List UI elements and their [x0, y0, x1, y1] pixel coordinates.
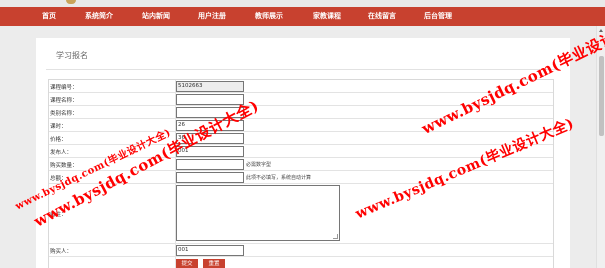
- form-row-course-name: 课程名称：: [49, 93, 553, 106]
- total-field[interactable]: [176, 172, 244, 183]
- price-field[interactable]: 36: [176, 133, 244, 144]
- label-buyer: 购买人：: [50, 249, 73, 255]
- form-row-category: 类别名称：: [49, 106, 553, 119]
- category-field[interactable]: [176, 107, 244, 118]
- enrollment-form: 课程编号： 5102663 课程名称： 类别名称： 课时： 26 价格： 36 …: [48, 79, 554, 268]
- vertical-scrollbar[interactable]: [596, 26, 605, 268]
- course-name-field[interactable]: [176, 94, 244, 105]
- total-hint: 此项不必填写，系统自动计算: [246, 175, 312, 181]
- label-price: 价格：: [50, 137, 67, 143]
- title-divider: [46, 69, 560, 70]
- form-row-quantity: 购买数量：: [49, 158, 553, 171]
- label-total: 总额：: [50, 176, 67, 182]
- course-id-field[interactable]: 5102663: [176, 81, 244, 92]
- label-remarks: 备注：: [50, 212, 67, 218]
- form-row-course-id: 课程编号：: [49, 80, 553, 93]
- nav-tutoring-courses[interactable]: 家教课程: [313, 7, 341, 26]
- label-course-id: 课程编号：: [50, 85, 78, 91]
- page-title: 学习报名: [56, 51, 88, 60]
- nav-system-intro[interactable]: 系统简介: [85, 7, 113, 26]
- form-row-publisher: 发布人：: [49, 145, 553, 158]
- scroll-up-arrow-icon[interactable]: [599, 29, 603, 32]
- nav-site-news[interactable]: 站内新闻: [142, 7, 170, 26]
- form-row-buyer: 购买人：: [49, 244, 553, 257]
- form-row-price: 价格：: [49, 132, 553, 145]
- publisher-field[interactable]: 001: [176, 146, 244, 157]
- logo-fragment: [66, 0, 76, 4]
- label-quantity: 购买数量：: [50, 163, 78, 169]
- scroll-thumb[interactable]: [599, 56, 604, 136]
- quantity-hint: 必需数字型: [246, 162, 272, 168]
- label-publisher: 发布人：: [50, 150, 73, 156]
- nav-admin[interactable]: 后台管理: [424, 7, 452, 26]
- nav-teacher-showcase[interactable]: 教师展示: [255, 7, 283, 26]
- reset-button[interactable]: 重置: [203, 259, 225, 268]
- form-row-hours: 课时：: [49, 119, 553, 132]
- buyer-field[interactable]: 001: [176, 245, 244, 256]
- label-course-name: 课程名称：: [50, 98, 78, 104]
- submit-button[interactable]: 提交: [176, 259, 198, 268]
- main-nav: 首页 系统简介 站内新闻 用户注册 教师展示 家教课程 在线留言 后台管理: [0, 7, 605, 26]
- remarks-textarea[interactable]: [176, 185, 340, 241]
- hours-field[interactable]: 26: [176, 120, 244, 131]
- nav-online-message[interactable]: 在线留言: [368, 7, 396, 26]
- nav-user-register[interactable]: 用户注册: [198, 7, 226, 26]
- quantity-field[interactable]: [176, 159, 244, 170]
- nav-home[interactable]: 首页: [42, 7, 56, 26]
- top-strip: [0, 0, 605, 7]
- label-category: 类别名称：: [50, 111, 78, 117]
- resize-grip-icon[interactable]: [333, 234, 338, 239]
- label-hours: 课时：: [50, 124, 67, 130]
